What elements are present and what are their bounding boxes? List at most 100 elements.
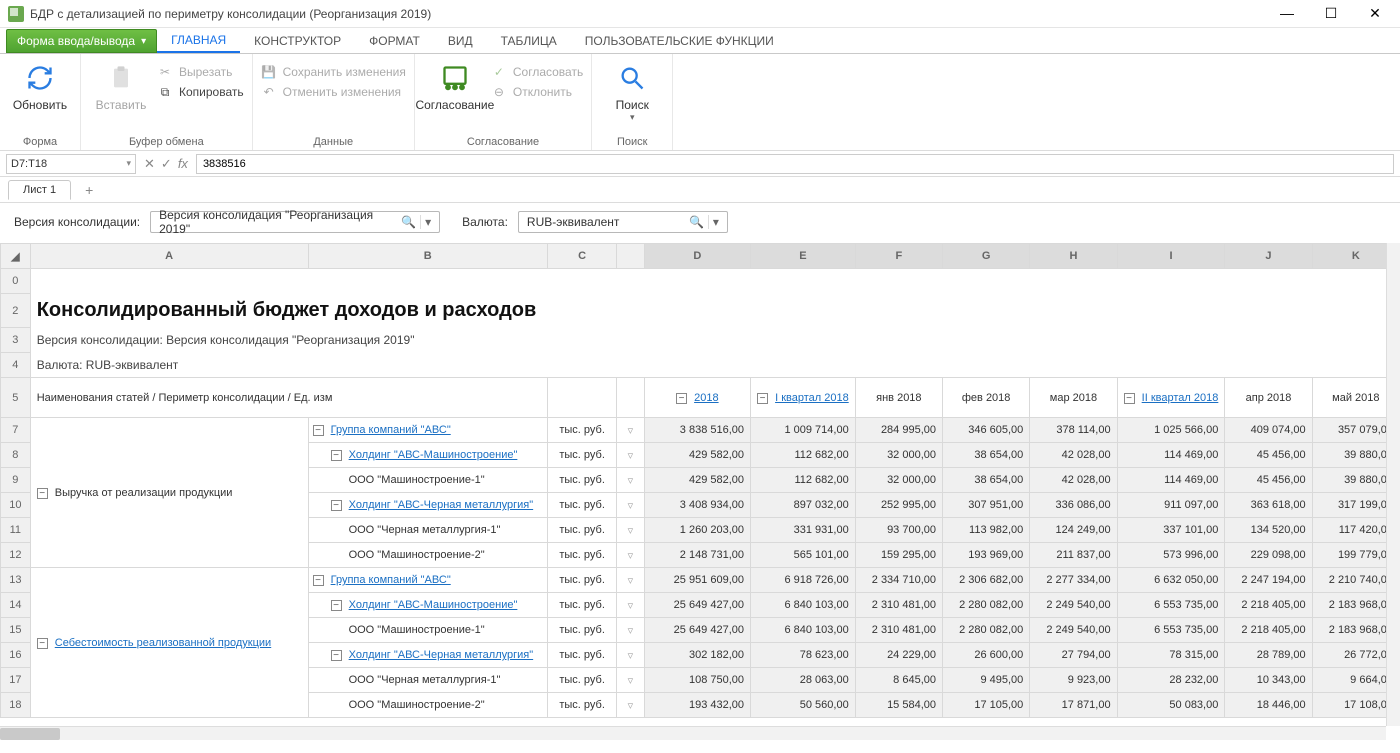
entity-cell[interactable]: − Группа компаний "АВС" [308,568,547,593]
collapse-icon[interactable]: − [676,393,687,404]
data-cell[interactable]: 32 000,00 [855,468,942,493]
data-cell[interactable]: 27 794,00 [1030,643,1117,668]
data-cell[interactable]: 25 649 427,00 [644,618,750,643]
data-cell[interactable]: 93 700,00 [855,518,942,543]
data-cell[interactable]: 3 408 934,00 [644,493,750,518]
paste-button[interactable]: Вставить [89,58,153,112]
column-header[interactable]: F [855,244,942,269]
horizontal-scrollbar[interactable] [0,726,1386,740]
article-cell[interactable]: − Выручка от реализации продукции [30,418,308,568]
data-cell[interactable]: 429 582,00 [644,468,750,493]
ribbon-tab-конструктор[interactable]: КОНСТРУКТОР [240,29,355,53]
copy-button[interactable]: ⧉Копировать [157,84,244,100]
data-cell[interactable]: 10 343,00 [1225,668,1312,693]
data-cell[interactable]: 6 840 103,00 [751,618,856,643]
data-cell[interactable]: 3 838 516,00 [644,418,750,443]
collapse-icon[interactable]: − [331,450,342,461]
data-cell[interactable]: 114 469,00 [1117,443,1225,468]
data-cell[interactable]: 211 837,00 [1030,543,1117,568]
data-cell[interactable]: 28 789,00 [1225,643,1312,668]
ribbon-tab-таблица[interactable]: ТАБЛИЦА [487,29,571,53]
ribbon-tab-главная[interactable]: ГЛАВНАЯ [157,29,240,53]
entity-cell[interactable]: ООО "Черная металлургия-1" [308,668,547,693]
data-cell[interactable]: 302 182,00 [644,643,750,668]
data-cell[interactable]: 229 098,00 [1225,543,1312,568]
search-button[interactable]: Поиск ▾ [600,58,664,123]
add-sheet-button[interactable]: + [85,182,93,198]
chevron-down-icon[interactable]: ▾ [420,215,435,229]
data-cell[interactable]: 6 632 050,00 [1117,568,1225,593]
data-cell[interactable]: 2 334 710,00 [855,568,942,593]
period-link[interactable]: 2018 [694,392,718,404]
filter-icon[interactable]: ▿ [617,493,644,518]
cancel-changes-button[interactable]: ↶Отменить изменения [261,84,406,100]
row-header[interactable]: 0 [1,269,31,294]
row-header[interactable]: 10 [1,493,31,518]
data-cell[interactable]: 337 101,00 [1117,518,1225,543]
column-header[interactable]: J [1225,244,1312,269]
row-header[interactable]: 14 [1,593,31,618]
entity-cell[interactable]: − Холдинг "АВС-Черная металлургия" [308,493,547,518]
row-header[interactable]: 4 [1,353,31,378]
data-cell[interactable]: 6 840 103,00 [751,593,856,618]
row-header[interactable]: 2 [1,294,31,328]
data-cell[interactable]: 911 097,00 [1117,493,1225,518]
collapse-icon[interactable]: − [313,575,324,586]
data-cell[interactable]: 78 623,00 [751,643,856,668]
column-header[interactable]: A [30,244,308,269]
entity-cell[interactable]: − Группа компаний "АВС" [308,418,547,443]
data-cell[interactable]: 565 101,00 [751,543,856,568]
data-cell[interactable]: 252 995,00 [855,493,942,518]
column-header[interactable] [617,244,644,269]
data-cell[interactable]: 38 654,00 [943,468,1030,493]
data-cell[interactable]: 9 923,00 [1030,668,1117,693]
data-cell[interactable]: 2 280 082,00 [943,593,1030,618]
entity-link[interactable]: Холдинг "АВС-Черная металлургия" [349,499,534,511]
data-cell[interactable]: 2 277 334,00 [1030,568,1117,593]
filter-icon[interactable]: ▿ [617,543,644,568]
cell-reference-box[interactable]: D7:T18 [6,154,136,174]
sheet-tab-1[interactable]: Лист 1 [8,180,71,200]
period-header[interactable]: − II квартал 2018 [1117,378,1225,418]
data-cell[interactable]: 2 249 540,00 [1030,593,1117,618]
entity-cell[interactable]: ООО "Черная металлургия-1" [308,518,547,543]
data-cell[interactable]: 307 951,00 [943,493,1030,518]
data-cell[interactable]: 45 456,00 [1225,443,1312,468]
data-cell[interactable]: 573 996,00 [1117,543,1225,568]
period-header[interactable]: апр 2018 [1225,378,1312,418]
filter-icon[interactable]: ▿ [617,668,644,693]
close-button[interactable]: ✕ [1362,5,1388,22]
entity-link[interactable]: Группа компаний "АВС" [331,574,451,586]
filter-icon[interactable]: ▿ [617,618,644,643]
data-cell[interactable]: 42 028,00 [1030,468,1117,493]
entity-cell[interactable]: ООО "Машиностроение-2" [308,543,547,568]
row-header[interactable]: 17 [1,668,31,693]
data-cell[interactable]: 112 682,00 [751,443,856,468]
data-cell[interactable]: 114 469,00 [1117,468,1225,493]
period-header[interactable]: янв 2018 [855,378,942,418]
data-cell[interactable]: 2 310 481,00 [855,618,942,643]
entity-cell[interactable]: ООО "Машиностроение-1" [308,468,547,493]
data-cell[interactable]: 124 249,00 [1030,518,1117,543]
collapse-icon[interactable]: − [37,638,48,649]
collapse-icon[interactable]: − [37,488,48,499]
data-cell[interactable]: 38 654,00 [943,443,1030,468]
entity-link[interactable]: Холдинг "АВС-Машиностроение" [349,599,518,611]
currency-combo[interactable]: RUB-эквивалент 🔍 ▾ [518,211,728,233]
collapse-icon[interactable]: − [331,500,342,511]
filter-icon[interactable]: ▿ [617,518,644,543]
row-header[interactable]: 11 [1,518,31,543]
collapse-icon[interactable]: − [757,393,768,404]
entity-cell[interactable]: − Холдинг "АВС-Машиностроение" [308,593,547,618]
data-cell[interactable]: 8 645,00 [855,668,942,693]
data-cell[interactable]: 2 218 405,00 [1225,618,1312,643]
entity-link[interactable]: Группа компаний "АВС" [331,424,451,436]
reject-button[interactable]: ⊖Отклонить [491,84,583,100]
data-cell[interactable]: 112 682,00 [751,468,856,493]
data-cell[interactable]: 2 218 405,00 [1225,593,1312,618]
refresh-button[interactable]: Обновить [8,58,72,112]
select-all[interactable]: ◢ [1,244,31,269]
data-cell[interactable]: 409 074,00 [1225,418,1312,443]
period-link[interactable]: I квартал 2018 [775,392,849,404]
row-header[interactable]: 18 [1,693,31,718]
